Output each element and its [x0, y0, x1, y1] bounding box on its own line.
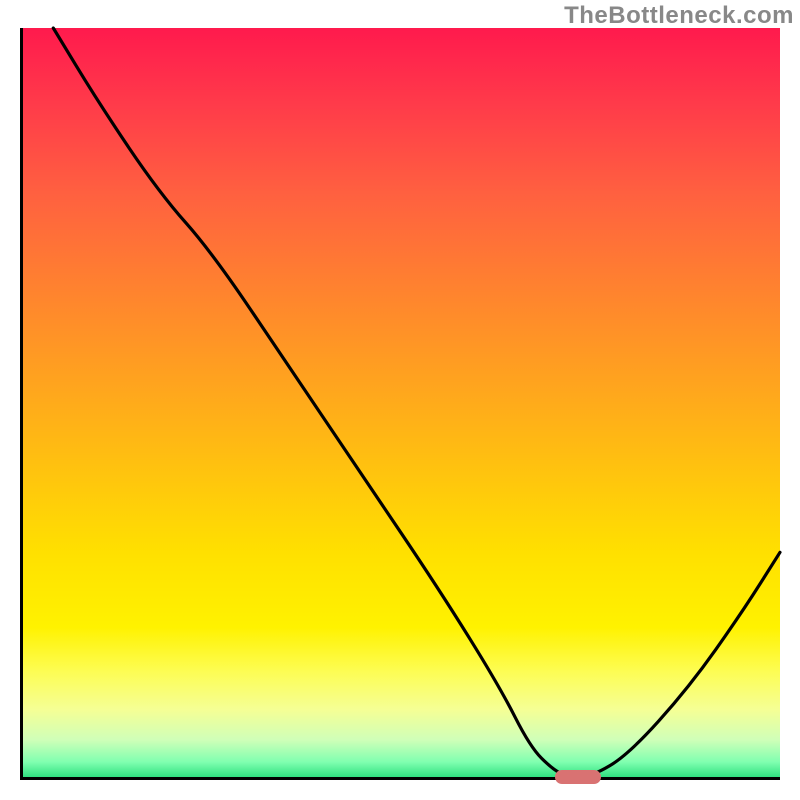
curve-layer [23, 28, 780, 777]
figure: TheBottleneck.com [0, 0, 800, 800]
watermark-text: TheBottleneck.com [564, 2, 794, 30]
plot-area [20, 28, 780, 780]
bottleneck-curve-path [53, 28, 780, 777]
optimal-marker [555, 770, 601, 784]
